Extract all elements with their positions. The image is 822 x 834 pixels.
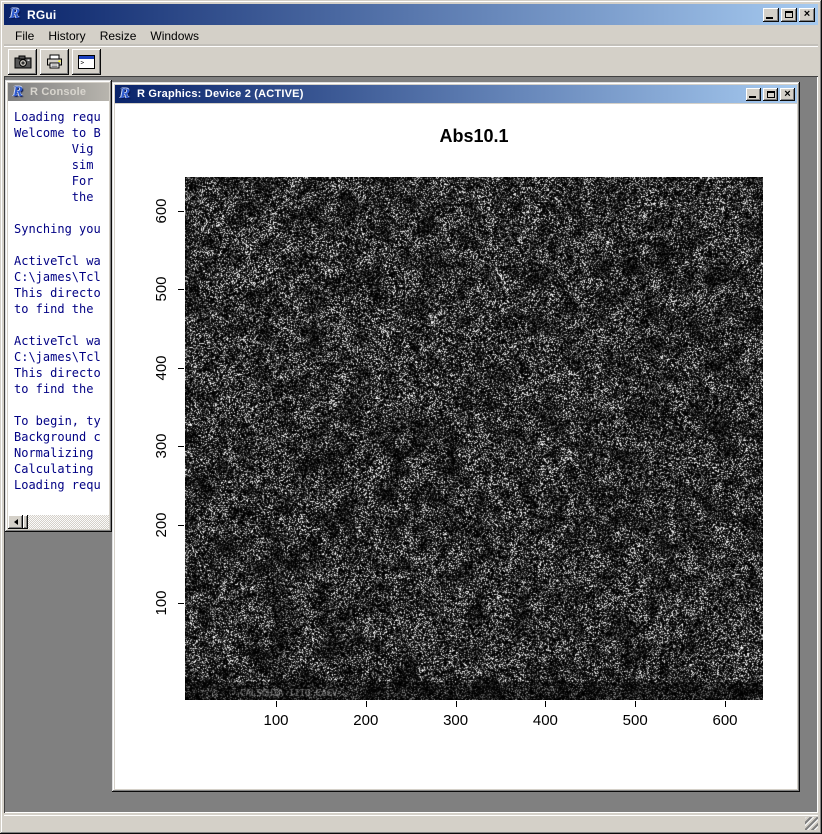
console-line: to find the — [14, 301, 109, 317]
minimize-icon — [749, 96, 756, 98]
toolbar: > — [4, 46, 818, 76]
console-line — [14, 237, 109, 253]
y-axis-tick — [178, 603, 184, 604]
status-bar — [4, 815, 818, 830]
menubar: File History Resize Windows — [4, 25, 818, 46]
console-line: ActiveTcl wa — [14, 253, 109, 269]
y-axis-tick — [178, 525, 184, 526]
copy-to-clipboard-button[interactable] — [8, 49, 37, 75]
x-axis-tick-label: 300 — [434, 712, 478, 729]
r-logo-icon: R — [10, 85, 26, 100]
graphics-window-title: R Graphics: Device 2 (ACTIVE) — [137, 88, 304, 100]
x-axis-tick — [545, 701, 546, 707]
svg-text:>: > — [81, 59, 85, 66]
console-line: Normalizing — [14, 445, 109, 461]
console-line: For — [14, 173, 109, 189]
main-window-title: RGui — [27, 8, 56, 22]
close-button[interactable]: × — [799, 8, 815, 22]
y-axis-tick — [178, 289, 184, 290]
console-line — [14, 205, 109, 221]
x-axis-tick-label: 500 — [613, 712, 657, 729]
graphics-minimize-button[interactable] — [746, 88, 761, 101]
console-window: R R Console Loading requWelcome to B Vig… — [5, 80, 112, 532]
menu-resize[interactable]: Resize — [93, 27, 144, 45]
console-line: To begin, ty — [14, 413, 109, 429]
plot-area: Abs10.1 100 200 300 400 500 600 100 200 300 400 50… — [115, 104, 797, 789]
scrollbar-track[interactable] — [28, 515, 109, 529]
console-line: Synching you — [14, 221, 109, 237]
x-axis-tick — [635, 701, 636, 707]
console-text[interactable]: Loading requWelcome to B Vig sim For the… — [8, 101, 109, 515]
printer-icon — [46, 54, 64, 69]
console-horizontal-scrollbar[interactable] — [8, 515, 109, 529]
console-line: Welcome to B — [14, 125, 109, 141]
y-axis-tick — [178, 368, 184, 369]
console-line: C:\james\Tcl — [14, 349, 109, 365]
minimize-button[interactable] — [763, 8, 779, 22]
graphics-titlebar[interactable]: R R Graphics: Device 2 (ACTIVE) × — [115, 85, 797, 103]
plot-title: Abs10.1 — [185, 126, 763, 147]
r-logo-icon: R — [7, 7, 23, 22]
console-window-icon: > — [78, 55, 95, 69]
scroll-left-arrow-icon — [14, 519, 18, 525]
y-axis-tick-label: 100 — [153, 581, 169, 625]
x-axis-tick-label: 100 — [254, 712, 298, 729]
resize-grip-icon[interactable] — [805, 817, 818, 830]
menu-file[interactable]: File — [8, 27, 41, 45]
camera-icon — [14, 55, 32, 69]
console-titlebar[interactable]: R R Console — [8, 83, 109, 101]
print-button[interactable] — [40, 49, 69, 75]
x-axis-tick — [456, 701, 457, 707]
console-line: Calculating — [14, 461, 109, 477]
close-icon: × — [804, 9, 810, 20]
mdi-client-area: R R Console Loading requWelcome to B Vig… — [4, 76, 818, 813]
console-window-title: R Console — [30, 86, 86, 98]
menu-history[interactable]: History — [41, 27, 92, 45]
console-line: This directo — [14, 285, 109, 301]
console-line: C:\james\Tcl — [14, 269, 109, 285]
console-line: Loading requ — [14, 109, 109, 125]
console-line: to find the — [14, 381, 109, 397]
close-icon: × — [784, 89, 790, 100]
graphics-window: R R Graphics: Device 2 (ACTIVE) × Abs10.… — [112, 82, 800, 792]
main-titlebar[interactable]: R RGui × — [4, 4, 818, 25]
console-line: Vig — [14, 141, 109, 157]
console-line: sim — [14, 157, 109, 173]
x-axis-tick — [276, 701, 277, 707]
console-button[interactable]: > — [72, 49, 101, 75]
console-line: ActiveTcl wa — [14, 333, 109, 349]
minimize-icon — [766, 17, 773, 19]
console-line: Loading requ — [14, 477, 109, 493]
x-axis-tick — [366, 701, 367, 707]
graphics-device-body: Abs10.1 100 200 300 400 500 600 100 200 300 400 50… — [115, 104, 797, 789]
x-axis-tick-label: 200 — [344, 712, 388, 729]
y-axis-tick — [178, 211, 184, 212]
console-line: Background c — [14, 429, 109, 445]
console-line — [14, 397, 109, 413]
y-axis-tick — [178, 446, 184, 447]
graphics-close-button[interactable]: × — [780, 88, 795, 101]
graphics-maximize-button[interactable] — [763, 88, 778, 101]
x-axis-tick-label: 400 — [523, 712, 567, 729]
console-line — [14, 317, 109, 333]
y-axis-tick-label: 600 — [153, 189, 169, 233]
x-axis-tick-label: 600 — [703, 712, 747, 729]
x-axis-tick — [725, 701, 726, 707]
maximize-icon — [785, 11, 793, 18]
y-axis-tick-label: 300 — [153, 424, 169, 468]
maximize-icon — [767, 91, 775, 98]
y-axis-tick-label: 500 — [153, 267, 169, 311]
console-line: This directo — [14, 365, 109, 381]
rgui-main-window: R RGui × File History Resize Windows — [0, 0, 822, 834]
console-line: the — [14, 189, 109, 205]
y-axis-tick-label: 400 — [153, 346, 169, 390]
r-logo-icon: R — [117, 87, 133, 102]
y-axis-tick-label: 200 — [153, 503, 169, 547]
menu-windows[interactable]: Windows — [143, 27, 206, 45]
maximize-button[interactable] — [781, 8, 797, 22]
microarray-image — [185, 177, 763, 700]
scroll-left-button[interactable] — [8, 515, 23, 529]
